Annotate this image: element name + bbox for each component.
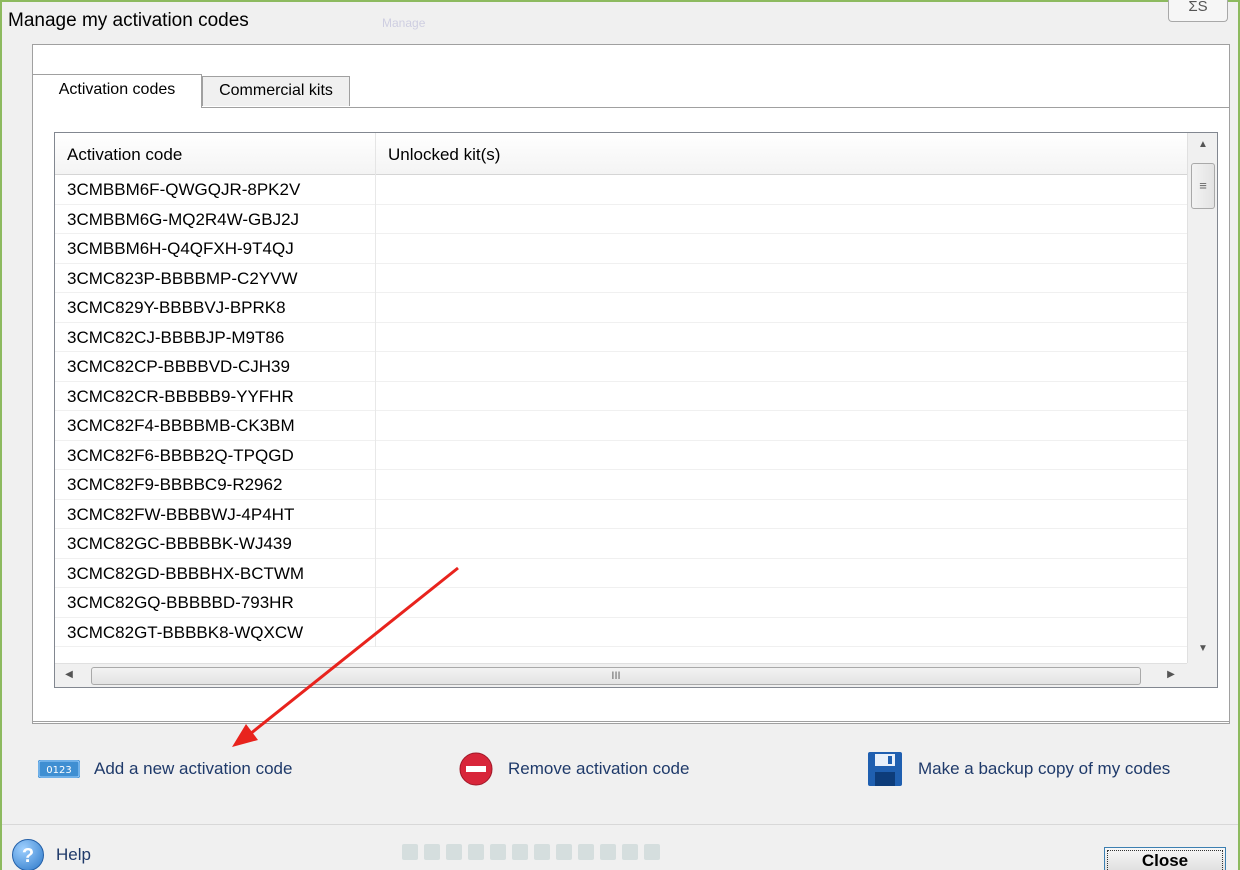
close-button[interactable]: Close (1104, 847, 1226, 870)
unlocked-kits-cell (376, 264, 1187, 294)
dialog-footer: ? Help Close (2, 824, 1238, 870)
table-row[interactable]: 3CMBBM6H-Q4QFXH-9T4QJ (55, 234, 1187, 264)
remove-activation-code-button[interactable]: Remove activation code (458, 750, 689, 788)
scroll-right-icon[interactable]: ▶ (1163, 669, 1179, 680)
unlocked-kits-cell (376, 352, 1187, 382)
backup-codes-label: Make a backup copy of my codes (918, 759, 1171, 778)
activation-code-cell: 3CMC82CP-BBBBVD-CJH39 (55, 352, 376, 382)
help-icon: ? (12, 839, 44, 870)
title-ghost-text: Manage (382, 16, 426, 30)
activation-code-cell: 3CMC82GT-BBBBK8-WQXCW (55, 617, 376, 647)
table-row[interactable]: 3CMC82CJ-BBBBJP-M9T86 (55, 322, 1187, 353)
activation-code-cell: 3CMC82CR-BBBBB9-YYFHR (55, 381, 376, 411)
table-header: Activation code Unlocked kit(s) (55, 133, 1187, 175)
title-bar: Manage my activation codes Manage ΣS (2, 0, 1238, 44)
activation-code-cell: 3CMC82FW-BBBBWJ-4P4HT (55, 499, 376, 529)
column-header-unlocked-kits[interactable]: Unlocked kit(s) (376, 133, 1187, 175)
table-body: 3CMBBM6F-QWGQJR-8PK2V 3CMBBM6G-MQ2R4W-GBJ… (55, 175, 1187, 665)
vertical-scroll-thumb[interactable]: ≡ (1191, 163, 1215, 209)
activation-code-cell: 3CMC823P-BBBBMP-C2YVW (55, 263, 376, 293)
table-row[interactable]: 3CMC82F6-BBBB2Q-TPQGD (55, 440, 1187, 471)
tab-activation-codes[interactable]: Activation codes (32, 74, 202, 108)
remove-activation-code-label: Remove activation code (508, 759, 690, 778)
activation-code-cell: 3CMBBM6F-QWGQJR-8PK2V (55, 175, 376, 205)
horizontal-scrollbar[interactable]: ◀ III ▶ (55, 663, 1187, 687)
table-row[interactable]: 3CMC82F4-BBBBMB-CK3BM (55, 411, 1187, 441)
activation-code-cell: 3CMC829Y-BBBBVJ-BPRK8 (55, 293, 376, 323)
table-row[interactable]: 3CMBBM6F-QWGQJR-8PK2V (55, 175, 1187, 205)
activation-code-cell: 3CMC82GC-BBBBBK-WJ439 (55, 529, 376, 559)
window-title: Manage my activation codes (8, 10, 249, 31)
table-row[interactable]: 3CMC82GD-BBBBHX-BCTWM (55, 558, 1187, 589)
help-button[interactable]: ? Help (12, 839, 91, 870)
table-row[interactable]: 3CMC829Y-BBBBVJ-BPRK8 (55, 293, 1187, 323)
unlocked-kits-cell (376, 500, 1187, 530)
unlocked-kits-cell (376, 293, 1187, 323)
table-row[interactable]: 3CMC823P-BBBBMP-C2YVW (55, 263, 1187, 294)
floppy-disk-icon (866, 750, 904, 788)
activation-code-cell: 3CMC82GQ-BBBBBD-793HR (55, 588, 376, 618)
activation-code-cell: 3CMC82GD-BBBBHX-BCTWM (55, 558, 376, 588)
tab-commercial-kits[interactable]: Commercial kits (202, 76, 350, 106)
table-row[interactable]: 3CMC82F9-BBBBC9-R2962 (55, 470, 1187, 500)
keypad-icon: 0123 (38, 760, 80, 778)
unlocked-kits-cell (376, 529, 1187, 559)
add-activation-code-label: Add a new activation code (94, 759, 293, 778)
unlocked-kits-cell (376, 618, 1187, 648)
activation-code-cell: 3CMC82F4-BBBBMB-CK3BM (55, 411, 376, 441)
table-row[interactable]: 3CMC82GT-BBBBK8-WQXCW (55, 617, 1187, 648)
activation-code-cell: 3CMC82CJ-BBBBJP-M9T86 (55, 322, 376, 352)
table-row[interactable]: 3CMC82GC-BBBBBK-WJ439 (55, 529, 1187, 559)
backup-codes-button[interactable]: Make a backup copy of my codes (866, 750, 1170, 788)
activation-codes-table: Activation code Unlocked kit(s) 3CMBBM6F… (54, 132, 1218, 688)
window-close-button[interactable]: ΣS (1168, 0, 1228, 22)
activation-code-cell: 3CMBBM6H-Q4QFXH-9T4QJ (55, 234, 376, 264)
keypad-icon-text: 0123 (46, 765, 71, 776)
table-row[interactable]: 3CMC82GQ-BBBBBD-793HR (55, 588, 1187, 618)
scrollbar-corner (1187, 663, 1217, 687)
horizontal-scroll-thumb[interactable]: III (91, 667, 1141, 685)
unlocked-kits-cell (376, 323, 1187, 353)
unlocked-kits-cell (376, 441, 1187, 471)
activation-code-cell: 3CMC82F9-BBBBC9-R2962 (55, 470, 376, 500)
activation-code-cell: 3CMBBM6G-MQ2R4W-GBJ2J (55, 204, 376, 234)
background-toolbar-ghost (402, 835, 782, 869)
column-header-activation-code[interactable]: Activation code (55, 133, 376, 175)
scroll-up-icon[interactable]: ▲ (1188, 139, 1217, 150)
table-row[interactable]: 3CMC82FW-BBBBWJ-4P4HT (55, 499, 1187, 530)
unlocked-kits-cell (376, 234, 1187, 264)
unlocked-kits-cell (376, 205, 1187, 235)
help-label: Help (56, 845, 91, 864)
add-activation-code-button[interactable]: 0123 Add a new activation code (38, 750, 292, 788)
scroll-left-icon[interactable]: ◀ (61, 669, 77, 680)
scroll-down-icon[interactable]: ▼ (1188, 643, 1217, 654)
minus-circle-icon (458, 751, 494, 787)
unlocked-kits-cell (376, 411, 1187, 441)
unlocked-kits-cell (376, 470, 1187, 500)
unlocked-kits-cell (376, 382, 1187, 412)
unlocked-kits-cell (376, 175, 1187, 205)
unlocked-kits-cell (376, 588, 1187, 618)
activation-code-cell: 3CMC82F6-BBBB2Q-TPQGD (55, 440, 376, 470)
table-row[interactable]: 3CMBBM6G-MQ2R4W-GBJ2J (55, 204, 1187, 235)
table-row[interactable]: 3CMC82CR-BBBBB9-YYFHR (55, 381, 1187, 412)
vertical-scrollbar[interactable]: ▲ ≡ ▼ (1187, 133, 1217, 665)
table-row[interactable]: 3CMC82CP-BBBBVD-CJH39 (55, 352, 1187, 382)
dialog-window: Manage my activation codes Manage ΣS Act… (0, 0, 1240, 870)
unlocked-kits-cell (376, 559, 1187, 589)
